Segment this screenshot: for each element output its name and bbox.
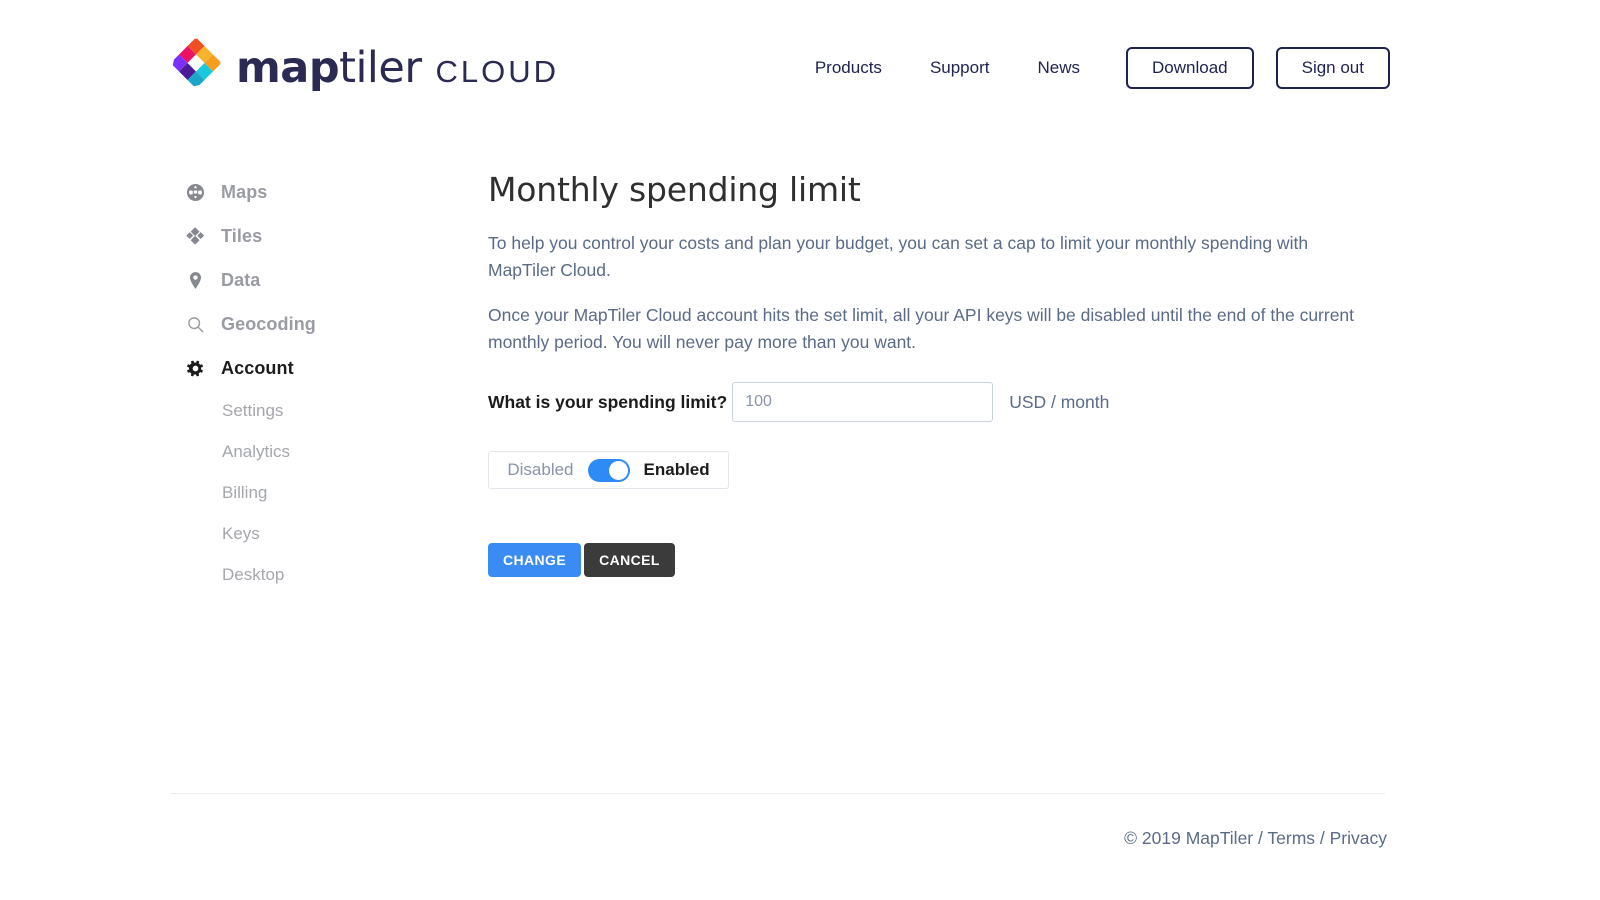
- spending-limit-toggle-switch[interactable]: [587, 458, 630, 482]
- sidebar-item-maps[interactable]: Maps: [170, 170, 450, 214]
- nav-link-support[interactable]: Support: [906, 50, 1014, 86]
- sidebar-navigation: Maps Tiles Data Geocoding Account Settin…: [170, 170, 450, 595]
- nav-link-products[interactable]: Products: [791, 50, 906, 86]
- nav-link-news[interactable]: News: [1013, 50, 1104, 86]
- main-navigation: Products Support News Download Sign out: [791, 47, 1390, 89]
- download-button[interactable]: Download: [1126, 47, 1254, 89]
- sidebar-subitem-keys[interactable]: Keys: [170, 513, 450, 554]
- map-pin-icon: [185, 270, 205, 290]
- sidebar-item-label: Account: [221, 357, 294, 378]
- page-root: maptiler CLOUD Products Support News Dow…: [0, 0, 1600, 900]
- sign-out-button[interactable]: Sign out: [1275, 47, 1390, 89]
- spending-limit-toggle-group: Disabled Enabled: [488, 451, 729, 490]
- maptiler-logo-icon: [170, 37, 222, 99]
- sidebar-item-geocoding[interactable]: Geocoding: [170, 302, 450, 346]
- brand-name-light: tiler: [339, 42, 422, 93]
- description-paragraph-2: Once your MapTiler Cloud account hits th…: [488, 304, 1355, 352]
- currency-unit-label: USD / month: [1009, 391, 1110, 412]
- footer-divider: [170, 793, 1385, 794]
- sidebar-item-label: Data: [221, 269, 261, 290]
- footer-copyright[interactable]: © 2019 MapTiler / Terms / Privacy: [1124, 828, 1387, 849]
- page-title: Monthly spending limit: [488, 170, 861, 209]
- toggle-disabled-label[interactable]: Disabled: [507, 460, 573, 480]
- toggle-enabled-label[interactable]: Enabled: [644, 460, 710, 480]
- sidebar-subitem-analytics[interactable]: Analytics: [170, 431, 450, 472]
- sidebar-subitem-label: Billing: [222, 482, 268, 502]
- brand-wordmark: maptiler CLOUD: [236, 46, 560, 90]
- change-button[interactable]: CHANGE: [488, 543, 582, 578]
- toggle-knob: [608, 460, 628, 480]
- sidebar-subitem-label: Desktop: [222, 564, 285, 584]
- sidebar-subitem-label: Analytics: [222, 441, 291, 461]
- form-actions: CHANGE CANCEL: [488, 543, 1388, 578]
- sidebar-subitem-desktop[interactable]: Desktop: [170, 554, 450, 595]
- sidebar-item-account[interactable]: Account: [170, 346, 450, 390]
- sidebar-item-data[interactable]: Data: [170, 258, 450, 302]
- brand-name: maptiler: [236, 46, 422, 90]
- spending-limit-row: What is your spending limit? USD / month: [488, 382, 1388, 423]
- cancel-button[interactable]: CANCEL: [584, 543, 675, 578]
- sidebar-subitem-label: Keys: [222, 523, 260, 543]
- sidebar-subitem-label: Settings: [222, 400, 284, 420]
- sidebar-item-tiles[interactable]: Tiles: [170, 214, 450, 258]
- brand-logo[interactable]: maptiler CLOUD: [170, 33, 559, 103]
- brand-suffix: CLOUD: [435, 53, 560, 89]
- tiles-icon: [185, 226, 205, 246]
- sidebar-item-label: Maps: [221, 181, 268, 202]
- search-icon: [185, 314, 205, 334]
- gear-icon: [185, 358, 205, 378]
- main-content: Monthly spending limit To help you contr…: [488, 170, 1388, 578]
- spending-limit-input[interactable]: [732, 382, 994, 423]
- brand-name-bold: map: [236, 42, 340, 93]
- sidebar-item-label: Tiles: [221, 225, 263, 246]
- sidebar-subitem-billing[interactable]: Billing: [170, 472, 450, 513]
- sidebar-item-label: Geocoding: [221, 313, 316, 334]
- site-header: maptiler CLOUD Products Support News Dow…: [170, 26, 1390, 110]
- globe-icon: [185, 182, 205, 202]
- sidebar-subitem-settings[interactable]: Settings: [170, 390, 450, 431]
- description-paragraph-1: To help you control your costs and plan …: [488, 232, 1309, 280]
- spending-limit-label: What is your spending limit?: [488, 391, 728, 412]
